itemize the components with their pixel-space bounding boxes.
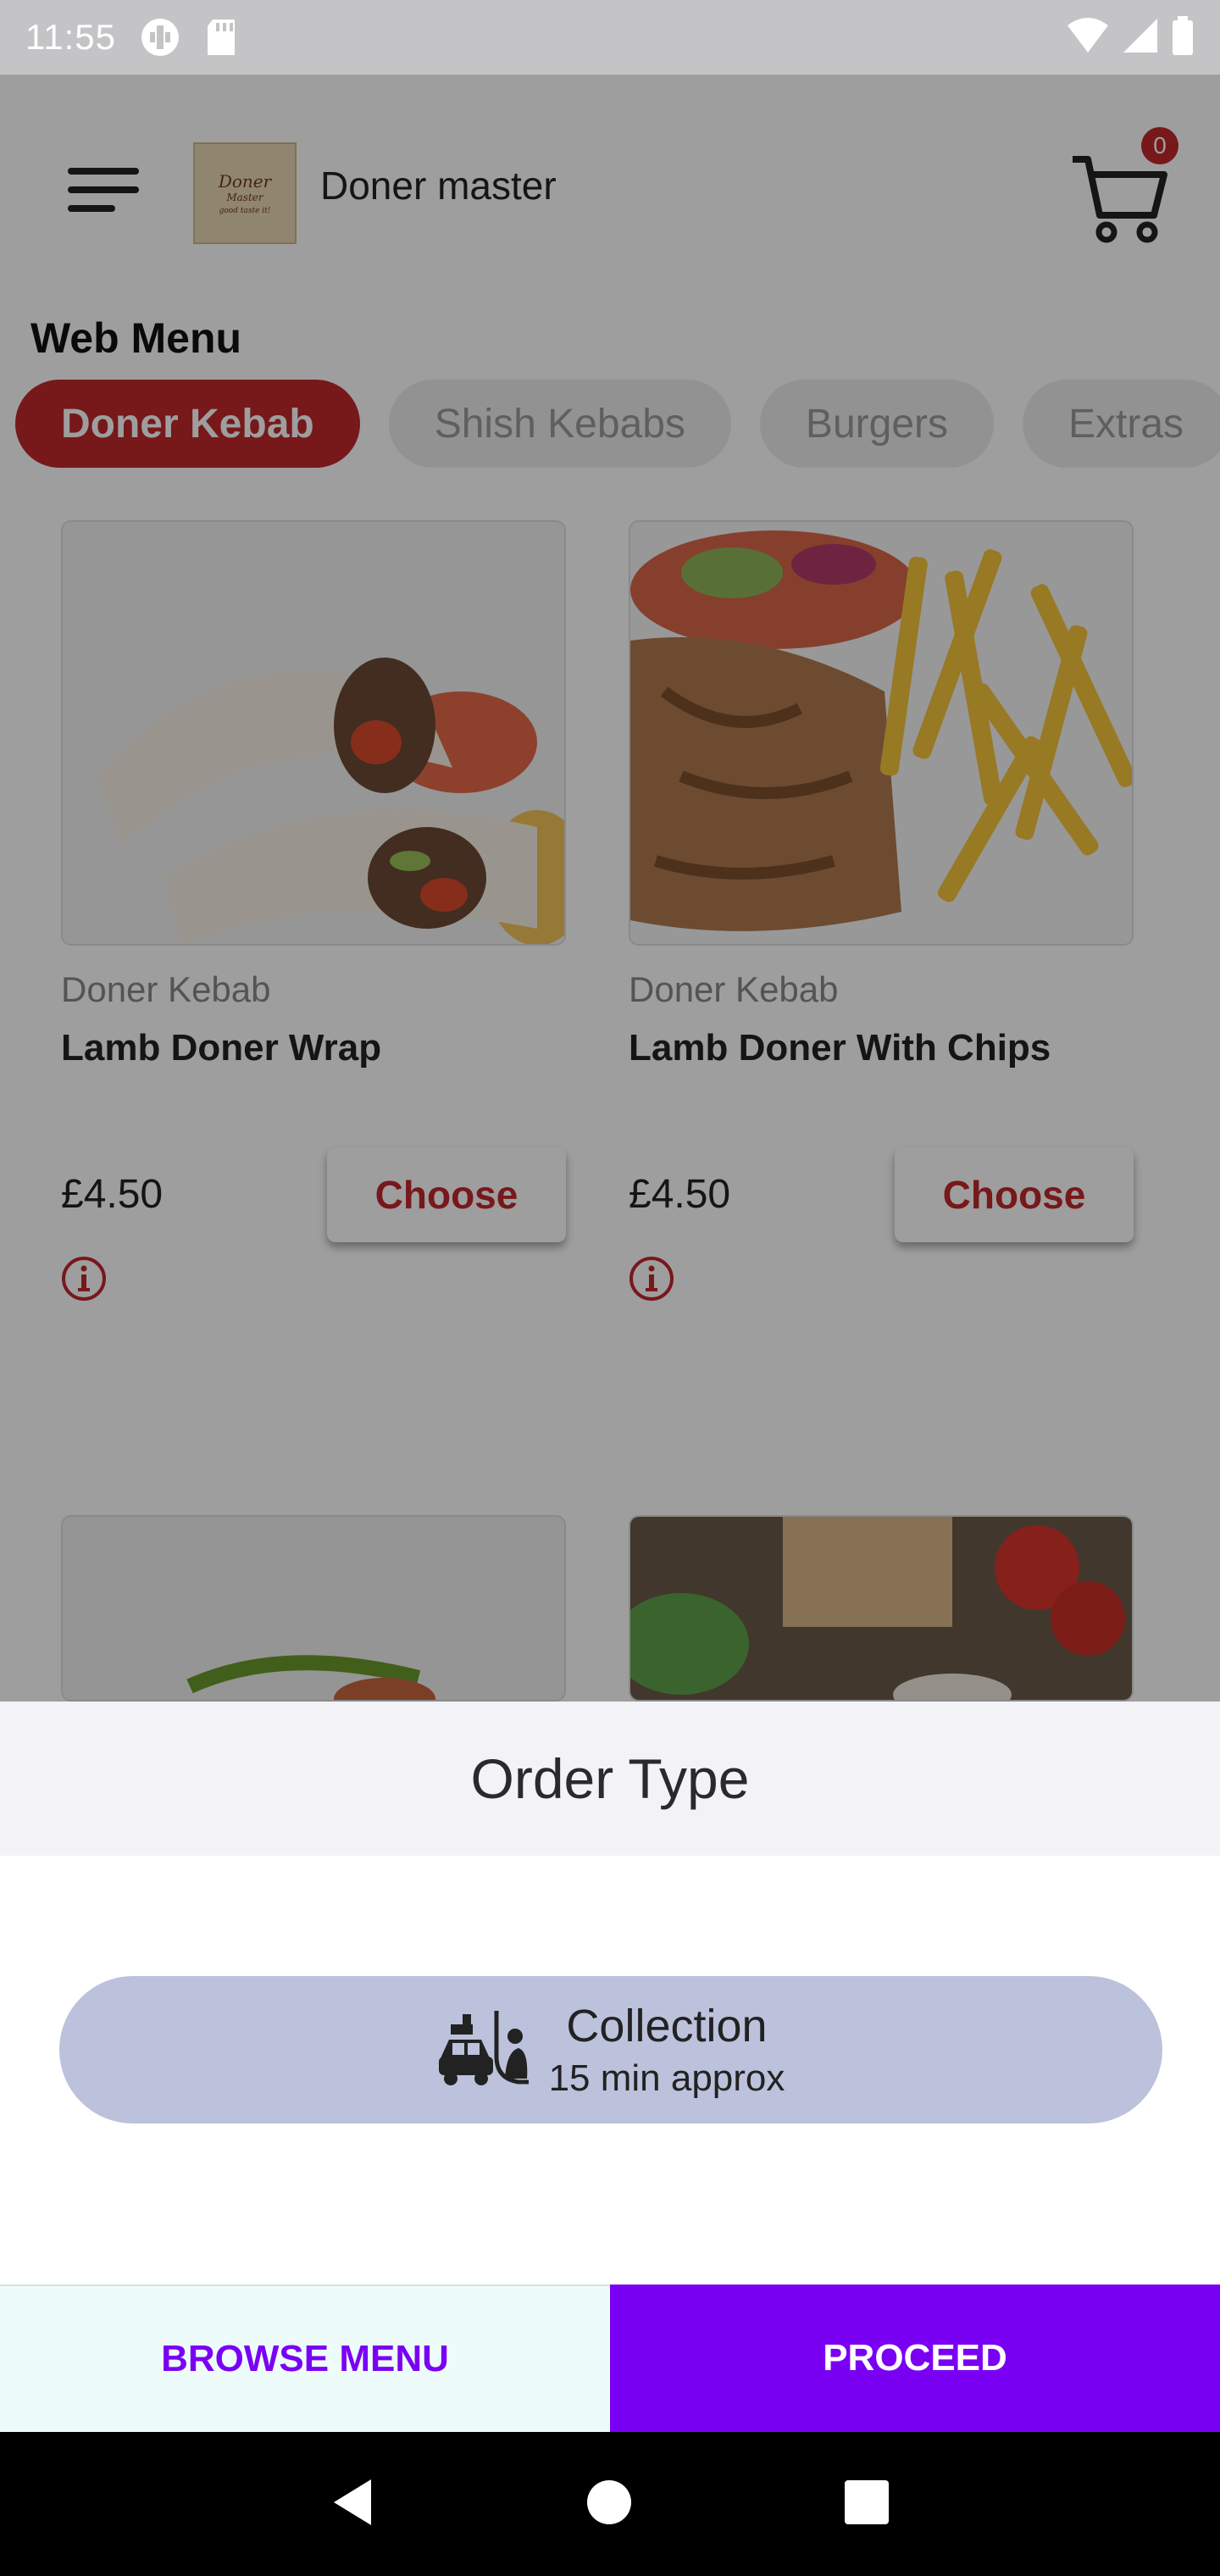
collection-label: Collection (566, 2001, 768, 2051)
sheet-actions: BROWSE MENU PROCEED (0, 2285, 1220, 2432)
battery-icon (1171, 15, 1195, 59)
back-icon[interactable] (330, 2478, 374, 2531)
home-icon[interactable] (586, 2479, 632, 2529)
collection-text: Collection 15 min approx (549, 2000, 785, 2100)
browse-menu-button[interactable]: BROWSE MENU (0, 2285, 610, 2432)
recents-icon[interactable] (844, 2479, 890, 2529)
signal-icon (1122, 17, 1159, 58)
collection-option-button[interactable]: Collection 15 min approx (59, 1976, 1162, 2124)
collection-time: 15 min approx (548, 2057, 785, 2099)
status-time: 11:55 (25, 17, 116, 57)
system-nav-bar (0, 2432, 1220, 2576)
sd-card-icon (204, 18, 238, 57)
collection-car-icon (437, 2006, 532, 2095)
order-type-sheet: Order Type Collection 15 min approx (0, 1702, 1220, 2285)
modal-backdrop[interactable] (0, 75, 1220, 1702)
sheet-title: Order Type (0, 1702, 1220, 1856)
proceed-button[interactable]: PROCEED (610, 2285, 1220, 2432)
wifi-icon (1066, 17, 1110, 58)
ring-icon (138, 15, 182, 59)
status-bar: 11:55 (0, 0, 1220, 75)
